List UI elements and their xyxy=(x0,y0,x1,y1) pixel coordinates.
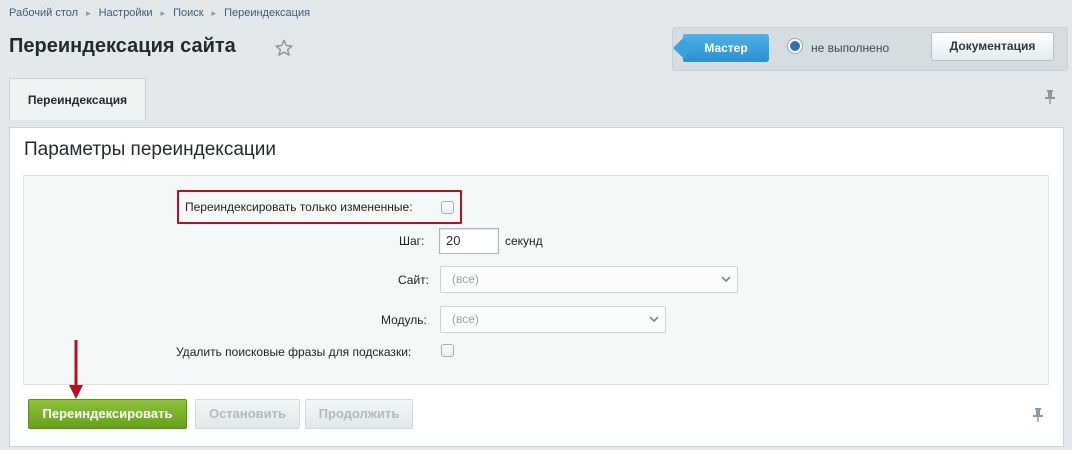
star-icon[interactable] xyxy=(275,39,293,57)
step-label: Шаг: xyxy=(399,234,425,248)
module-select-value: (все) xyxy=(452,312,479,326)
only-changed-checkbox[interactable] xyxy=(441,201,454,214)
site-select-value: (все) xyxy=(452,272,479,286)
step-input[interactable]: 20 xyxy=(439,228,499,254)
delete-phrases-checkbox[interactable] xyxy=(441,344,454,357)
breadcrumb: Рабочий стол ▸ Настройки ▸ Поиск ▸ Переиндекса… xyxy=(9,7,310,19)
status-indicator-icon xyxy=(788,39,802,53)
pin-icon[interactable] xyxy=(1031,407,1045,423)
breadcrumb-reindex[interactable]: Переиндексация xyxy=(224,7,310,19)
chevron-right-icon: ▸ xyxy=(211,8,217,18)
chevron-down-icon xyxy=(649,316,659,323)
delete-phrases-label: Удалить поисковые фразы для подсказки: xyxy=(176,345,412,359)
continue-button[interactable]: Продолжить xyxy=(305,399,413,429)
master-button[interactable]: Мастер xyxy=(683,34,769,62)
tab-reindex[interactable]: Переиндексация xyxy=(9,78,146,120)
chevron-right-icon: ▸ xyxy=(160,8,166,18)
card-title: Параметры переиндексации xyxy=(24,139,277,160)
module-select[interactable]: (все) xyxy=(440,306,666,333)
documentation-button[interactable]: Документация xyxy=(931,32,1054,61)
step-unit: секунд xyxy=(505,234,543,248)
breadcrumb-search[interactable]: Поиск xyxy=(173,7,203,19)
breadcrumb-desktop[interactable]: Рабочий стол xyxy=(9,7,78,19)
only-changed-label: Переиндексировать только измененные: xyxy=(185,200,413,214)
pin-icon[interactable] xyxy=(1043,89,1057,105)
module-label: Модуль: xyxy=(381,313,427,327)
admin-panel: Мастер не выполнено Документация xyxy=(672,27,1068,71)
chevron-down-icon xyxy=(721,276,731,283)
site-select[interactable]: (все) xyxy=(440,266,738,293)
reindex-button[interactable]: Переиндексировать xyxy=(28,399,187,429)
status-text: не выполнено xyxy=(811,41,890,55)
chevron-right-icon: ▸ xyxy=(86,8,91,18)
breadcrumb-settings[interactable]: Настройки xyxy=(99,7,153,19)
page-title: Переиндексация сайта xyxy=(9,35,236,57)
arrow-down-icon xyxy=(69,340,83,399)
site-label: Сайт: xyxy=(398,273,430,287)
stop-button[interactable]: Остановить xyxy=(195,399,300,429)
